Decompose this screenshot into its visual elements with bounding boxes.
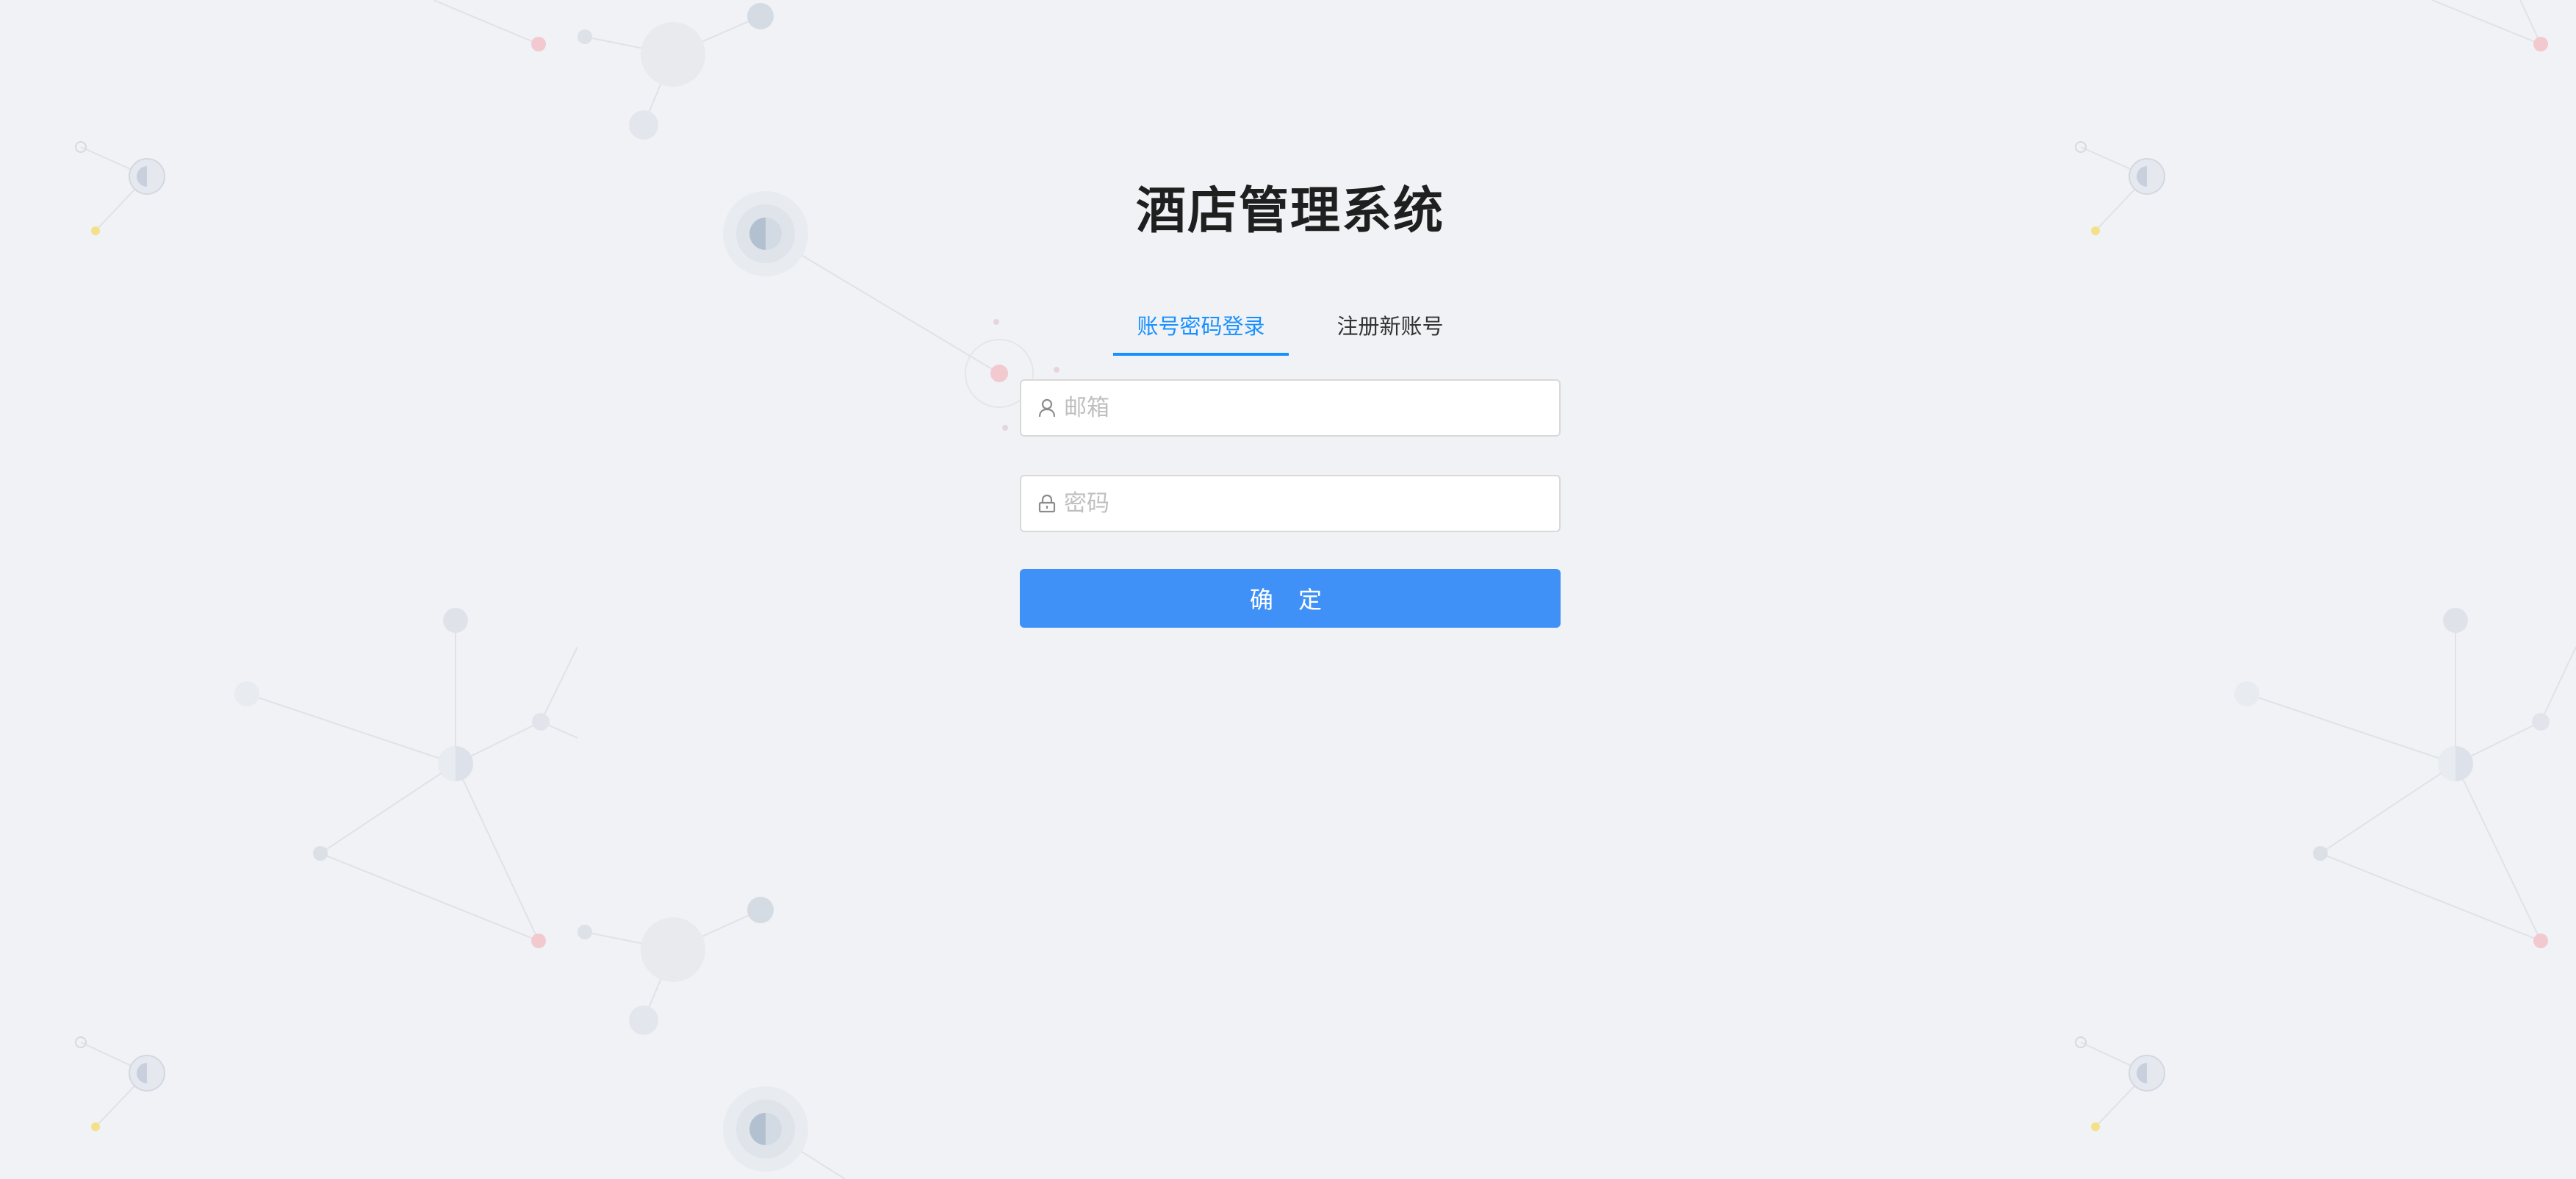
- login-card: 酒店管理系统 账号密码登录 注册新账号 邮箱 确 定: [1020, 176, 1561, 628]
- page-title: 酒店管理系统: [1135, 182, 1444, 240]
- email-input[interactable]: [1064, 381, 1559, 435]
- login-tabs: 账号密码登录 注册新账号: [1020, 312, 1561, 356]
- tab-register-new-account[interactable]: 注册新账号: [1337, 312, 1444, 356]
- user-icon: [1037, 397, 1057, 419]
- password-input[interactable]: [1064, 476, 1559, 531]
- confirm-button[interactable]: 确 定: [1020, 569, 1561, 628]
- login-page: 酒店管理系统 账号密码登录 注册新账号 邮箱 确 定: [0, 0, 2576, 1179]
- lock-icon: [1037, 492, 1057, 515]
- password-field-wrapper: [1020, 475, 1561, 532]
- email-field-wrapper: [1020, 379, 1561, 437]
- tab-account-password-login[interactable]: 账号密码登录: [1113, 312, 1289, 356]
